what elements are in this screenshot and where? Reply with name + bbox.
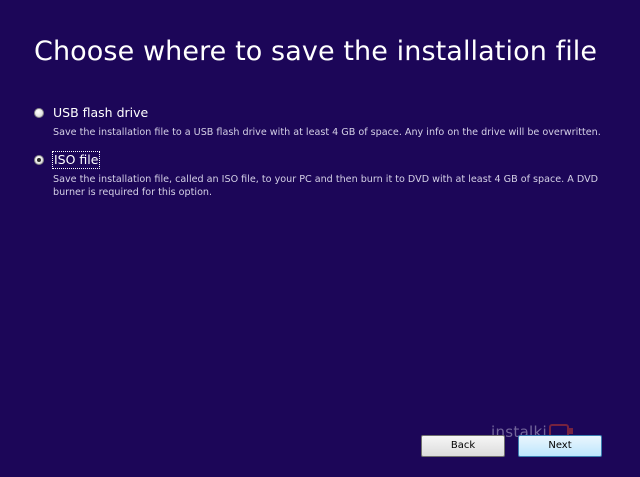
usb-option-description: Save the installation file to a USB flas… [53,127,601,138]
iso-option-label[interactable]: ISO file [51,151,101,169]
option-iso-row[interactable]: ISO file [34,151,614,169]
iso-radio-button[interactable] [34,155,44,165]
next-button[interactable]: Next [518,435,602,457]
iso-option-description: Save the installation file, called an IS… [53,174,599,198]
option-usb-row[interactable]: USB flash drive [34,104,614,122]
usb-option-label[interactable]: USB flash drive [53,105,148,121]
option-usb-flash-drive[interactable]: USB flash drive Save the installation fi… [34,104,614,139]
back-button[interactable]: Back [421,435,505,457]
installer-page: Choose where to save the installation fi… [0,0,640,477]
page-title: Choose where to save the installation fi… [34,36,598,67]
option-iso-file[interactable]: ISO file Save the installation file, cal… [34,151,614,199]
usb-radio-button[interactable] [34,108,44,118]
